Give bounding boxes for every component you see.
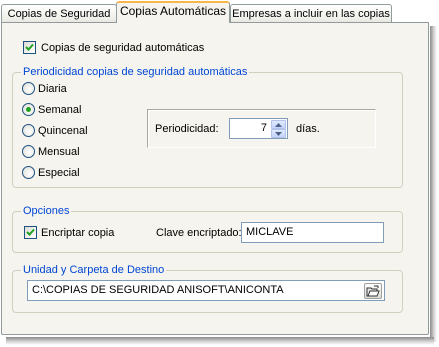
encrypt-label: Encriptar copia bbox=[41, 227, 115, 239]
periodicidad-spinner[interactable]: 7 bbox=[229, 118, 288, 139]
open-folder-icon bbox=[366, 285, 380, 297]
radio-especial-label: Especial bbox=[38, 167, 80, 179]
radio-mensual[interactable] bbox=[22, 145, 35, 158]
radio-quincenal-label: Quincenal bbox=[38, 125, 88, 137]
periodicidad-label: Periodicidad: bbox=[155, 123, 219, 135]
radio-quincenal[interactable] bbox=[22, 124, 35, 137]
dialog-canvas: Copias de Seguridad Copias Automáticas E… bbox=[0, 0, 439, 347]
radio-selected-dot bbox=[26, 107, 31, 112]
radio-especial[interactable] bbox=[22, 166, 35, 179]
radio-semanal[interactable] bbox=[22, 103, 35, 116]
radio-diaria[interactable] bbox=[22, 82, 35, 95]
encrypt-checkbox[interactable] bbox=[24, 226, 37, 239]
window-shadow bbox=[6, 337, 434, 345]
auto-backup-label: Copias de seguridad automáticas bbox=[41, 42, 205, 54]
periodicidad-unit-label: días. bbox=[296, 123, 320, 135]
key-label: Clave encriptado: bbox=[156, 227, 242, 239]
spin-down-button[interactable] bbox=[271, 129, 286, 138]
destination-path-value: C:\COPIAS DE SEGURIDAD ANISOFT\ANICONTA bbox=[32, 284, 284, 296]
browse-folder-button[interactable] bbox=[364, 283, 382, 299]
key-input[interactable]: MICLAVE bbox=[241, 222, 384, 243]
radio-semanal-label: Semanal bbox=[38, 104, 82, 116]
tab-copias-automaticas[interactable]: Copias Automáticas bbox=[116, 1, 230, 23]
periodicidad-group-title: Periodicidad copias de seguridad automát… bbox=[21, 65, 250, 79]
spin-up-button[interactable] bbox=[271, 120, 286, 129]
checkmark-icon bbox=[25, 43, 34, 51]
radio-mensual-label: Mensual bbox=[38, 146, 80, 158]
opciones-group-title: Opciones bbox=[21, 204, 72, 218]
chevron-down-icon bbox=[275, 132, 282, 136]
destination-path-input[interactable]: C:\COPIAS DE SEGURIDAD ANISOFT\ANICONTA bbox=[27, 280, 385, 301]
window-shadow bbox=[430, 26, 437, 342]
periodicidad-value[interactable]: 7 bbox=[261, 121, 267, 136]
checkmark-icon bbox=[26, 228, 35, 236]
tab-copias-de-seguridad[interactable]: Copias de Seguridad bbox=[1, 4, 117, 24]
chevron-up-icon bbox=[275, 123, 282, 127]
destino-group-title: Unidad y Carpeta de Destino bbox=[21, 263, 167, 277]
radio-diaria-label: Diaria bbox=[38, 83, 67, 95]
auto-backup-checkbox[interactable] bbox=[23, 41, 36, 54]
tab-empresas-a-incluir[interactable]: Empresas a incluir en las copias bbox=[230, 4, 392, 24]
